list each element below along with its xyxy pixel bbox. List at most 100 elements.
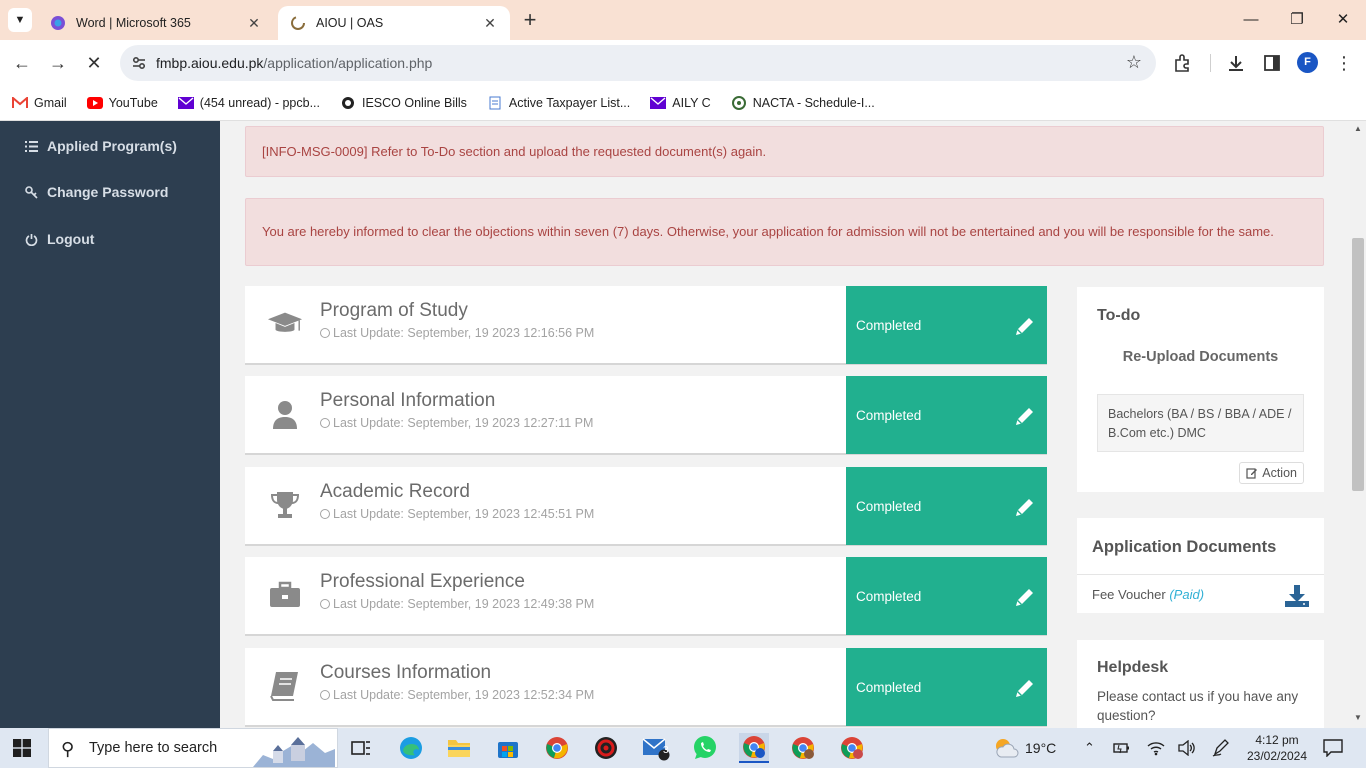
pencil-icon[interactable] [1013,495,1037,519]
clock-date: 23/02/2024 [1246,749,1308,763]
bookmark-iesco[interactable]: IESCO Online Bills [340,96,467,110]
pencil-icon[interactable] [1013,314,1037,338]
antivirus-icon[interactable] [591,733,621,763]
windows-start-icon[interactable] [13,739,31,757]
back-button[interactable]: ← [9,50,35,76]
url-path: /application/application.php [263,55,433,71]
status-completed-button[interactable]: Completed [846,648,1047,726]
bookmark-nacta[interactable]: NACTA - Schedule-I... [731,96,875,110]
scroll-thumb[interactable] [1352,238,1364,491]
taskbar-search-box[interactable]: ⚲ Type here to search [48,728,338,768]
restore-button[interactable]: ❐ [1274,8,1320,32]
mail-badge: 3 [663,745,669,756]
menu-kebab-icon[interactable]: ⋮ [1332,51,1356,75]
main-content: [INFO-MSG-0009] Refer to To-Do section a… [220,121,1350,728]
helpdesk-text: Please contact us if you have any questi… [1097,689,1299,723]
notifications-icon[interactable] [1323,728,1343,768]
section-title: Academic Record [320,481,470,502]
window-close-button[interactable]: ✕ [1320,8,1366,32]
bookmark-youtube[interactable]: YouTube [86,96,158,110]
nacta-icon [731,96,747,110]
chrome-profile-f-icon[interactable] [739,733,769,763]
close-icon[interactable]: ✕ [482,15,498,32]
bookmark-taxpayer[interactable]: Active Taxpayer List... [487,96,630,110]
todo-heading: To-do [1097,307,1141,324]
forward-button[interactable]: → [45,50,71,76]
new-tab-button[interactable]: + [518,9,542,33]
bookmark-gmail[interactable]: Gmail [12,96,67,110]
extensions-icon[interactable] [1170,51,1194,75]
microsoft-store-icon[interactable] [493,733,523,763]
weather-widget[interactable]: 19°C [993,728,1056,768]
mail-icon[interactable]: 3 [641,733,671,763]
last-update-text: Last Update: September, 19 2023 12:16:56… [333,326,595,340]
close-icon[interactable]: ✕ [246,15,262,32]
tab-word[interactable]: Word | Microsoft 365 ✕ [38,6,274,40]
minimize-button[interactable]: — [1228,8,1274,32]
site-settings-icon[interactable] [130,54,148,72]
chrome-icon[interactable] [542,733,572,763]
whatsapp-icon[interactable] [690,733,720,763]
download-icon[interactable] [1224,51,1248,75]
list-icon [24,140,38,152]
status-completed-button[interactable]: Completed [846,557,1047,635]
chrome-profile-2-icon[interactable] [788,733,818,763]
clock[interactable]: 4:12 pm 23/02/2024 [1247,728,1307,768]
sidebar-item-label: Logout [47,231,95,247]
pencil-icon[interactable] [1013,676,1037,700]
stop-loading-button[interactable]: ✕ [81,50,107,76]
pencil-icon[interactable] [1013,585,1037,609]
bookmark-star-icon[interactable]: ☆ [1126,52,1142,73]
toolbar-separator [1210,54,1211,72]
task-view-icon[interactable] [346,733,376,763]
status-label: Completed [856,317,922,333]
pencil-icon[interactable] [1013,404,1037,428]
profile-avatar[interactable]: F [1297,52,1318,73]
yahoo-mail-icon [177,96,194,110]
iesco-icon [340,96,356,110]
status-completed-button[interactable]: Completed [846,286,1047,364]
page-scrollbar[interactable]: ▲ ▼ [1350,121,1366,728]
action-label: Action [1262,466,1297,480]
objection-alert: You are hereby informed to clear the obj… [245,198,1324,266]
bookmark-aily[interactable]: AILY C [650,96,711,110]
youtube-icon [86,96,103,110]
status-label: Completed [856,679,922,695]
application-documents-panel: Application Documents Fee Voucher (Paid) [1077,518,1324,613]
download-icon[interactable] [1284,584,1310,608]
bookmark-label: Gmail [34,96,67,110]
section-last-update: Last Update: September, 19 2023 12:45:51… [320,507,594,521]
clock-icon [320,328,330,338]
bookmark-yahoo-mail[interactable]: (454 unread) - ppcb... [177,96,320,110]
sidebar-item-logout[interactable]: Logout [24,231,94,247]
tab-aiou[interactable]: AIOU | OAS ✕ [278,6,510,40]
todo-item-text: Bachelors (BA / BS / BBA / ADE / B.Com e… [1108,407,1292,440]
edge-icon[interactable] [396,733,426,763]
briefcase-icon [267,577,303,613]
search-placeholder: Type here to search [89,740,218,756]
chrome-profile-3-icon[interactable] [837,733,867,763]
pen-input-icon[interactable] [1212,728,1230,768]
todo-action-button[interactable]: Action [1239,462,1304,484]
clock-icon [320,418,330,428]
bookmark-label: YouTube [108,96,158,110]
address-bar[interactable]: fmbp.aiou.edu.pk/application/application… [120,45,1156,81]
scroll-up-arrow[interactable]: ▲ [1354,124,1362,133]
tab-search-button[interactable]: ▼ [8,8,32,32]
file-explorer-icon[interactable] [444,733,474,763]
section-last-update: Last Update: September, 19 2023 12:16:56… [320,326,594,340]
sidebar-item-change-password[interactable]: Change Password [24,184,168,200]
status-completed-button[interactable]: Completed [846,376,1047,454]
show-hidden-icons-button[interactable]: ⌃ [1084,728,1095,768]
wifi-icon[interactable] [1147,728,1165,768]
side-panel-icon[interactable] [1260,51,1284,75]
document-icon [487,96,503,110]
scroll-down-arrow[interactable]: ▼ [1354,713,1362,722]
status-label: Completed [856,407,922,423]
volume-icon[interactable] [1178,728,1196,768]
clock-icon [320,599,330,609]
status-completed-button[interactable]: Completed [846,467,1047,545]
sidebar-item-applied-programs[interactable]: Applied Program(s) [24,138,177,154]
battery-icon[interactable] [1113,728,1131,768]
trophy-icon [267,487,303,523]
